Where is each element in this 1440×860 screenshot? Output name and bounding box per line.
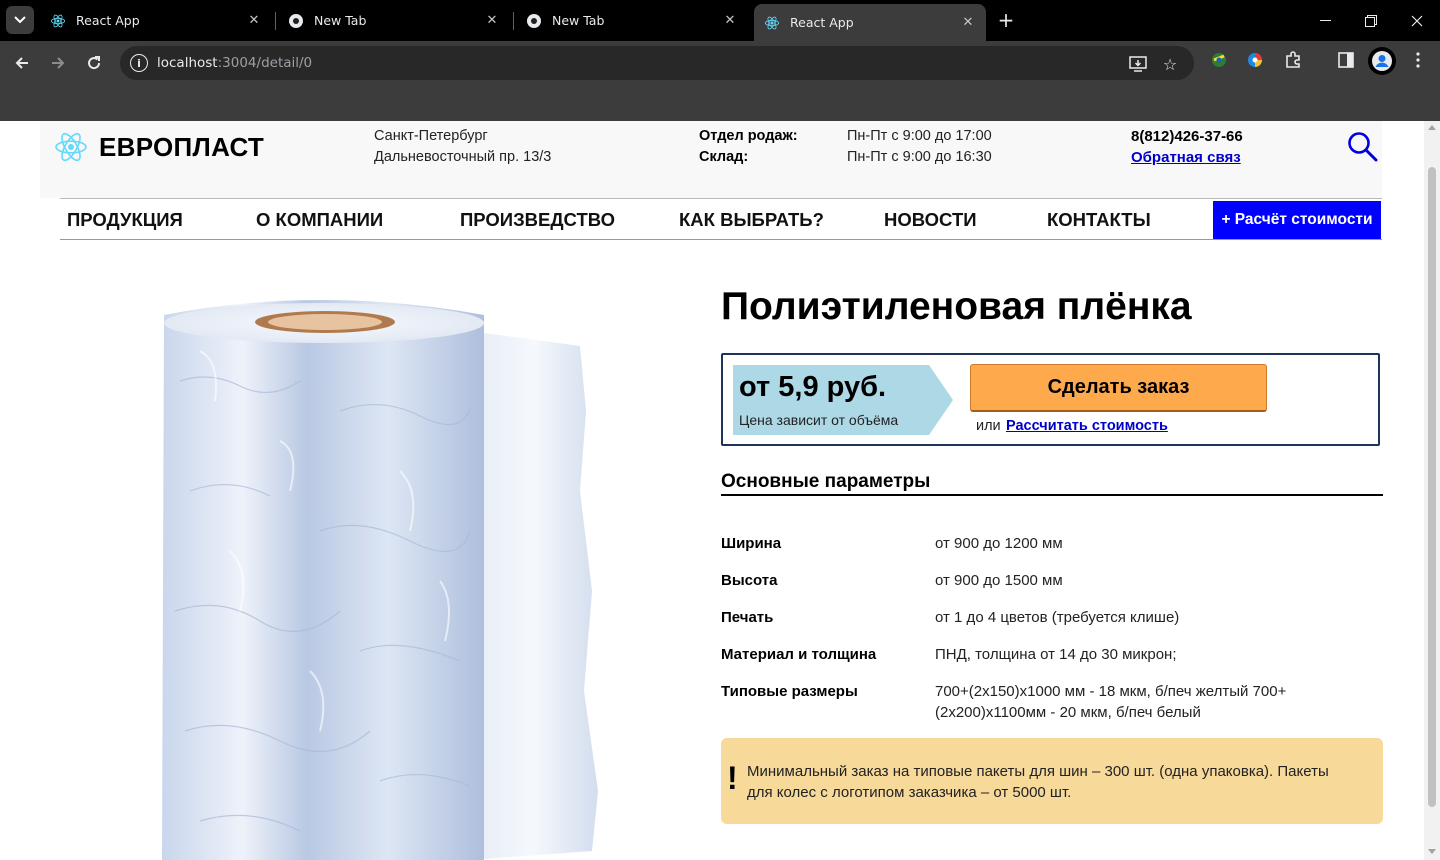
order-button[interactable]: Сделать заказ (970, 364, 1267, 412)
close-icon (1411, 15, 1423, 26)
tab-new-tab-1[interactable]: New Tab ✕ (278, 6, 510, 35)
url-text[interactable]: localhost:3004/detail/0 (157, 55, 312, 71)
bookmarks-bar (0, 85, 1440, 121)
browser-chrome: React App ✕ New Tab ✕ New Tab ✕ React Ap… (0, 0, 1440, 121)
sales-hours: Пн-Пт с 9:00 до 17:00 (847, 128, 992, 144)
bookmark-star-icon[interactable]: ☆ (1160, 54, 1180, 74)
price-box: от 5,9 руб. Цена зависит от объёма Сдела… (721, 353, 1380, 446)
extension-icon[interactable] (1244, 49, 1266, 71)
restore-button[interactable] (1348, 0, 1394, 41)
arrow-right-icon (52, 57, 65, 69)
restore-icon (1365, 14, 1377, 27)
install-app-icon[interactable] (1128, 54, 1148, 74)
nav-item-products[interactable]: ПРОДУКЦИЯ (67, 209, 183, 231)
tab-title: React App (76, 13, 140, 28)
or-label: или (976, 418, 1001, 434)
forward-button[interactable] (44, 49, 72, 77)
nav-item-how-to-choose[interactable]: КАК ВЫБРАТЬ? (679, 209, 824, 231)
tab-search-button[interactable] (6, 6, 34, 34)
extensions-puzzle-icon[interactable] (1282, 49, 1304, 71)
scroll-up-arrow-icon[interactable] (1428, 125, 1436, 130)
window-close-button[interactable] (1394, 0, 1440, 41)
min-order-notice: ! Минимальный заказ на типовые пакеты дл… (721, 738, 1383, 824)
param-label-sizes: Типовые размеры (721, 683, 858, 700)
nav-item-news[interactable]: НОВОСТИ (884, 209, 977, 231)
tab-title: New Tab (552, 13, 605, 28)
react-logo-icon[interactable] (53, 129, 89, 165)
param-label-print: Печать (721, 609, 774, 626)
tab-title: New Tab (314, 13, 367, 28)
feedback-link[interactable]: Обратная связ (1131, 149, 1241, 166)
close-icon[interactable]: ✕ (246, 13, 262, 29)
close-icon[interactable]: ✕ (960, 15, 976, 31)
param-value-sizes: 700+(2x150)x1000 мм - 18 мкм, б/печ желт… (935, 683, 1287, 721)
close-icon[interactable]: ✕ (484, 13, 500, 29)
tab-react-app-1[interactable]: React App ✕ (40, 6, 272, 35)
price-note: Цена зависит от объёма (739, 412, 899, 428)
extension-icon[interactable] (1208, 49, 1230, 71)
search-icon[interactable] (1347, 131, 1379, 163)
scroll-down-arrow-icon[interactable] (1428, 849, 1436, 854)
param-value-height: от 900 до 1500 мм (935, 572, 1063, 589)
sales-label: Отдел родаж: (699, 128, 798, 144)
menu-kebab-icon[interactable] (1407, 49, 1429, 71)
tab-title: React App (790, 15, 854, 30)
reload-icon (88, 56, 101, 70)
address: Дальневосточный пр. 13/3 (374, 149, 552, 165)
warehouse-hours: Пн-Пт с 9:00 до 16:30 (847, 149, 992, 165)
profile-avatar[interactable] (1368, 47, 1396, 75)
notice-text: Минимальный заказ на типовые пакеты для … (747, 763, 1329, 801)
param-value-material: ПНД, толщина от 14 до 30 микрон; (935, 646, 1177, 663)
param-label-width: Ширина (721, 535, 782, 552)
product-image (162, 300, 598, 860)
arrow-left-icon (15, 57, 28, 69)
new-tab-button[interactable]: + (995, 8, 1017, 32)
param-value-print: от 1 до 4 цветов (требуется клише) (935, 609, 1180, 626)
minimize-button[interactable] (1302, 0, 1348, 41)
nav-item-about[interactable]: О КОМПАНИИ (256, 209, 383, 231)
calculate-cost-link[interactable]: Рассчитать стоимость (1006, 418, 1168, 434)
brand-name[interactable]: ЕВРОПЛАСТ (99, 132, 264, 163)
exclamation-icon: ! (727, 760, 738, 796)
param-label-height: Высота (721, 572, 778, 589)
react-icon (50, 13, 66, 29)
chrome-icon (526, 13, 542, 29)
tab-new-tab-2[interactable]: New Tab ✕ (516, 6, 748, 35)
city: Санкт-Петербург (374, 128, 488, 144)
minimize-icon (1319, 19, 1331, 21)
phone-number[interactable]: 8(812)426-37-66 (1131, 128, 1243, 145)
cost-calc-button[interactable]: + Расчёт стоимости (1213, 201, 1381, 239)
param-label-material: Материал и толщина (721, 646, 877, 663)
tab-react-app-active[interactable]: React App ✕ (754, 4, 986, 41)
product-title: Полиэтиленовая плёнка (721, 285, 1192, 328)
side-panel-icon[interactable] (1335, 49, 1357, 71)
nav-item-contacts[interactable]: КОНТАКТЫ (1047, 209, 1151, 231)
page-scrollbar[interactable] (1424, 121, 1440, 860)
back-button[interactable] (8, 49, 36, 77)
tab-divider (513, 12, 514, 30)
profile-icon (1372, 51, 1392, 71)
nav-item-production[interactable]: ПРОИЗВЕДСТВО (460, 209, 615, 231)
warehouse-label: Склад: (699, 149, 749, 165)
tab-strip: React App ✕ New Tab ✕ New Tab ✕ React Ap… (0, 0, 1440, 41)
price-value: от 5,9 руб. (739, 371, 887, 403)
param-value-width: от 900 до 1200 мм (935, 535, 1063, 552)
address-bar[interactable]: i localhost:3004/detail/0 ☆ (120, 46, 1194, 80)
main-nav: ПРОДУКЦИЯ О КОМПАНИИ ПРОИЗВЕДСТВО КАК ВЫ… (60, 198, 1382, 240)
params-heading: Основные параметры (721, 471, 1383, 496)
react-icon (764, 15, 780, 31)
chrome-icon (288, 13, 304, 29)
close-icon[interactable]: ✕ (722, 13, 738, 29)
site-info-icon[interactable]: i (130, 54, 148, 72)
tab-divider (275, 12, 276, 30)
chevron-down-icon (14, 16, 26, 24)
reload-button[interactable] (80, 49, 108, 77)
scroll-thumb[interactable] (1428, 167, 1436, 807)
page-viewport: ЕВРОПЛАСТ Санкт-Петербург Дальневосточны… (0, 121, 1424, 860)
